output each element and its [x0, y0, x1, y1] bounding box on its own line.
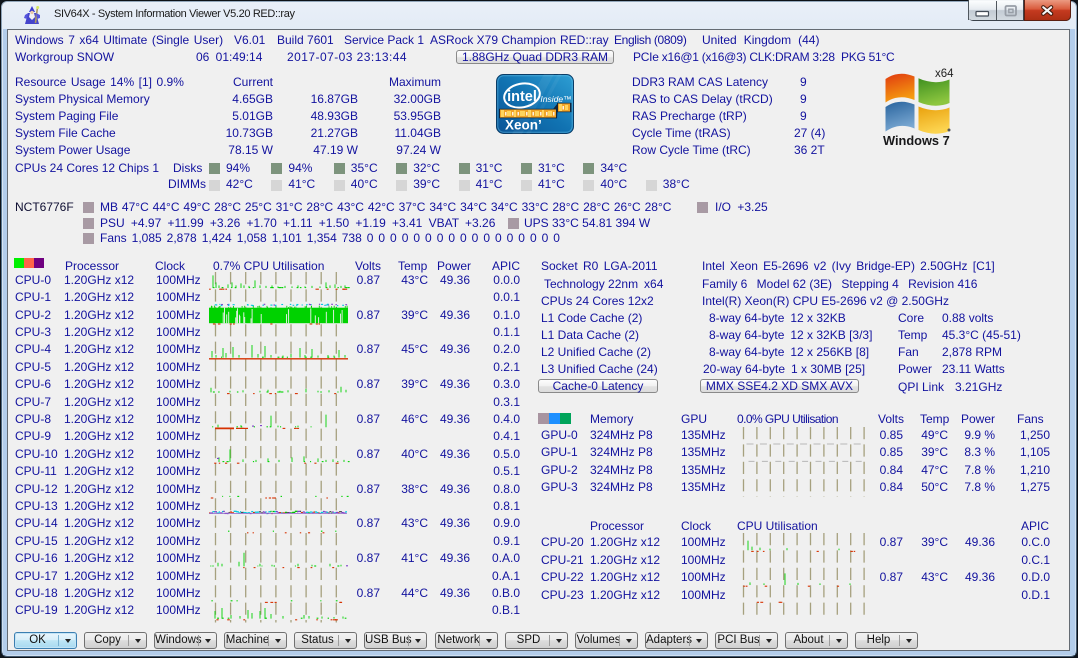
- svg-text:intel: intel: [507, 89, 537, 105]
- svg-text:Windows 7: Windows 7: [883, 133, 950, 148]
- svg-text:x64: x64: [935, 68, 954, 80]
- svg-text:Inside™: Inside™: [540, 94, 571, 104]
- svg-text:Xeon’: Xeon’: [505, 118, 542, 133]
